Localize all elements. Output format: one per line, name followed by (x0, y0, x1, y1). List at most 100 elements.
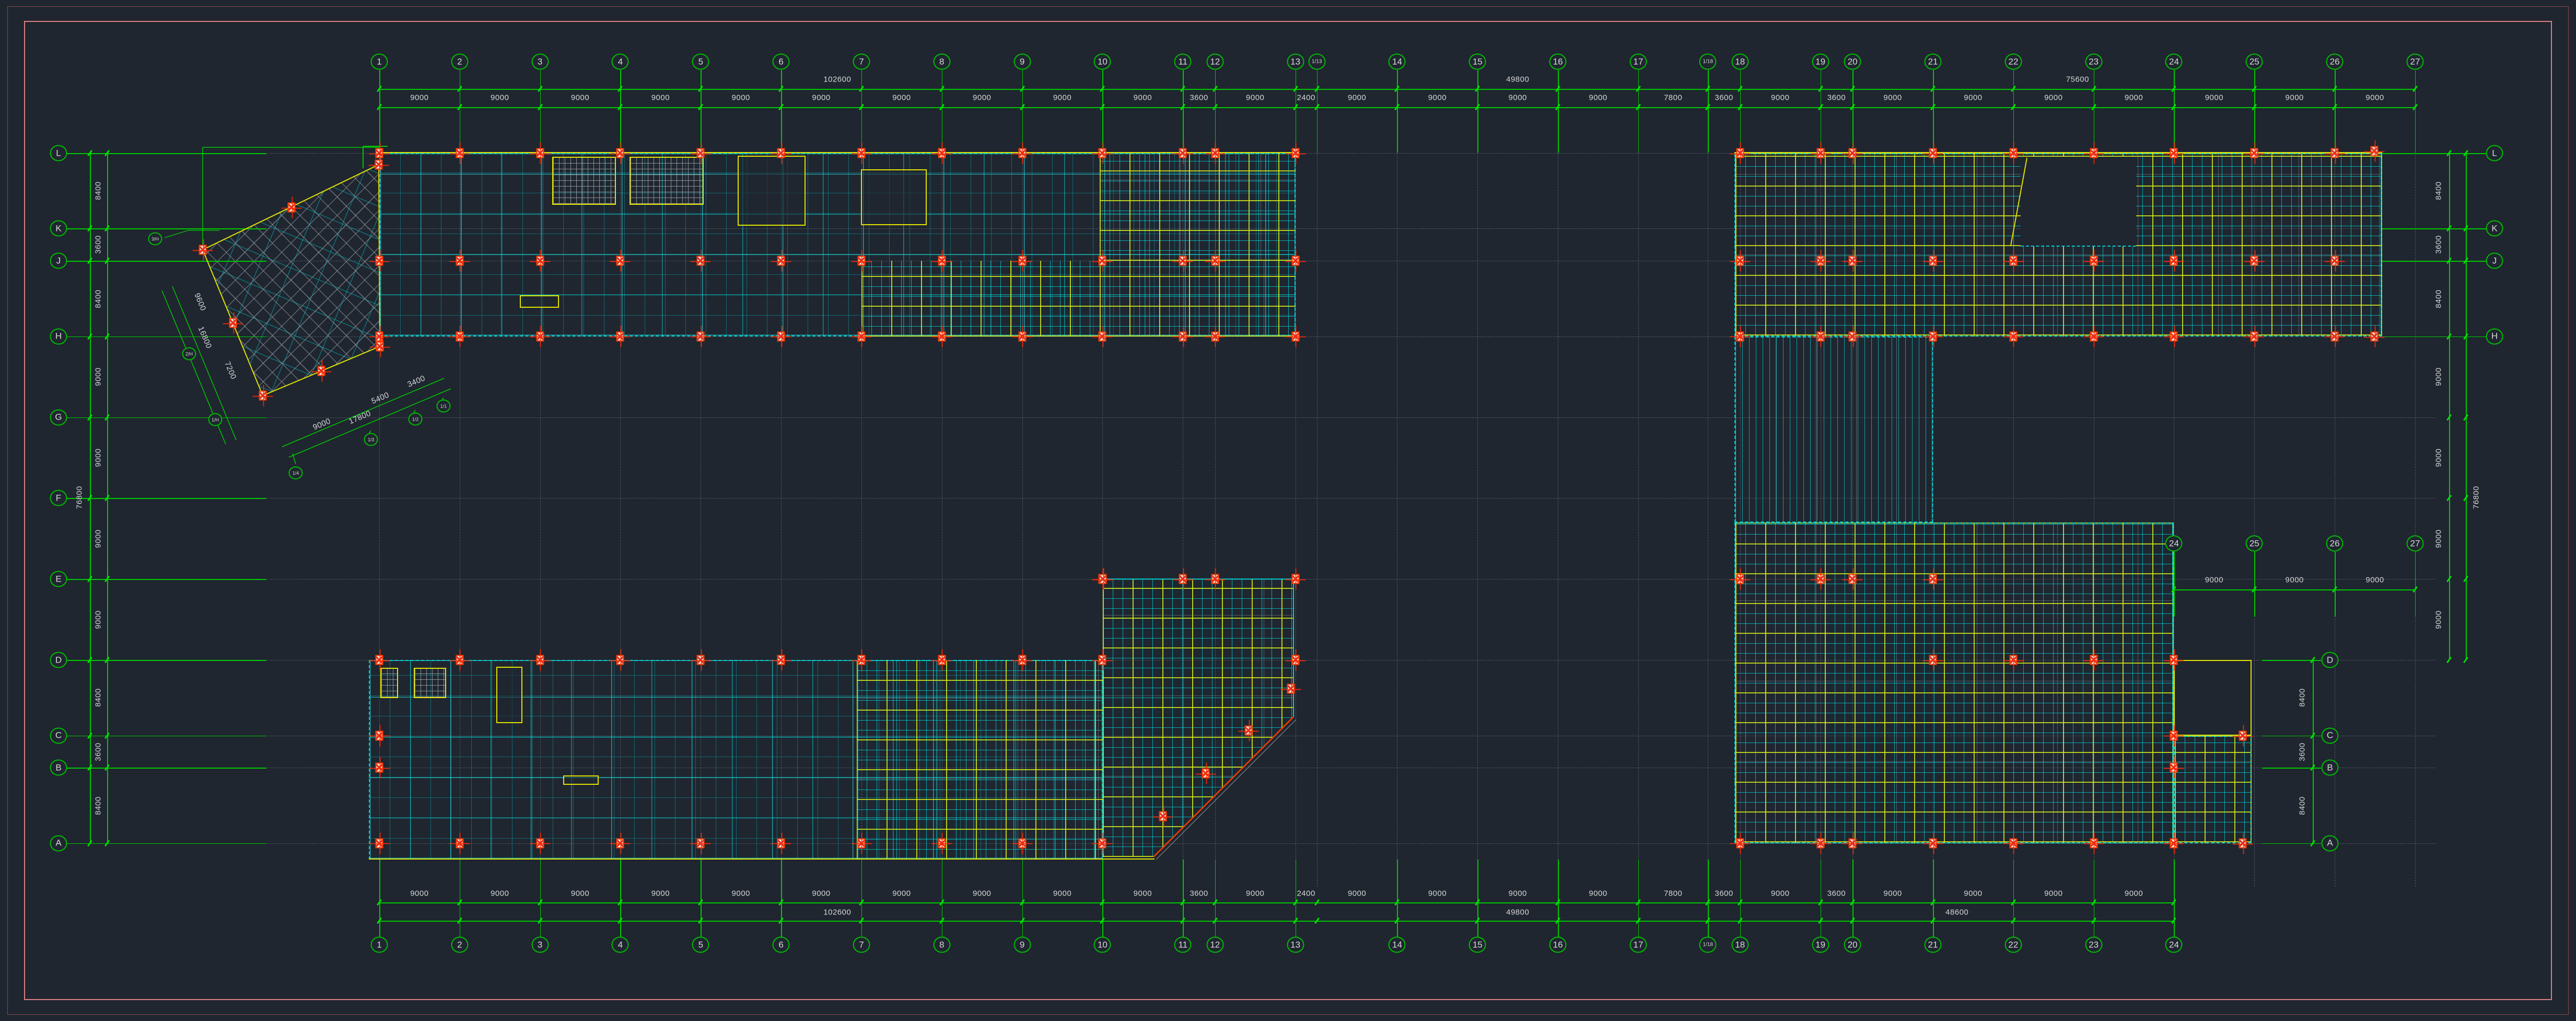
grid-bubble-top: 6 (773, 54, 790, 70)
span-dim-right: 3600 (2434, 236, 2443, 254)
column-marker (2170, 256, 2178, 266)
grid-leader-bottom (1740, 860, 1741, 937)
annex-dim-text: 9000 (311, 416, 332, 432)
grid-leader-top (1821, 70, 1822, 153)
sub-grid-bubble: 3/H (148, 233, 162, 246)
column-marker (938, 655, 946, 665)
row-leader-left (67, 337, 266, 338)
grid-leader-bottom (1933, 860, 1934, 937)
grid-leader-bottom (2013, 860, 2014, 937)
column-marker (857, 331, 865, 341)
column-marker (2331, 256, 2339, 266)
column-marker (2009, 838, 2017, 848)
grid-leader-bottom (2174, 860, 2175, 937)
column-marker (1179, 574, 1187, 584)
column-marker (1929, 838, 1937, 848)
grid-bubble-left: K (50, 221, 67, 237)
column-marker (2331, 148, 2339, 158)
grid-leader-bottom (781, 860, 782, 937)
column-marker (1159, 811, 1167, 821)
grid-leader-mid-right (2335, 552, 2336, 617)
grid-bubble-top: 26 (2326, 54, 2344, 70)
annex-dim-text: 17800 (347, 409, 372, 426)
span-dim-top: 9000 (1134, 94, 1152, 102)
grid-leader-bottom (620, 860, 621, 937)
grid-bubble-top: 22 (2004, 54, 2022, 70)
span-dim-bottom: 9000 (1348, 889, 1366, 898)
building-bottom-right-wing (2174, 736, 2252, 843)
grid-bubble-top: 8 (933, 54, 950, 70)
column-marker (2170, 838, 2178, 848)
dim-tick (2446, 657, 2452, 663)
right-lower-dim-line (2313, 660, 2314, 843)
building-top-left-dense-band (861, 261, 1296, 336)
column-marker (2170, 655, 2178, 665)
span-dim-top: 3600 (1715, 94, 1733, 102)
column-marker (777, 838, 785, 848)
span-dim-top: 9000 (1348, 94, 1366, 102)
grid-bubble-right-lower: A (2322, 835, 2339, 851)
plan-grid-line-vertical (1477, 153, 1478, 887)
column-marker (199, 245, 207, 255)
column-marker (2251, 148, 2258, 158)
column-marker (1211, 331, 1219, 341)
column-marker (1736, 148, 1744, 158)
grid-bubble-top: 1/13 (1308, 54, 1325, 70)
column-marker (2170, 148, 2178, 158)
column-marker (376, 730, 383, 740)
column-marker (697, 256, 705, 266)
grid-leader-bottom (861, 860, 862, 937)
column-marker (777, 256, 785, 266)
column-marker (1099, 574, 1107, 584)
building-bottom-mid-pentagon (1103, 579, 1293, 857)
grid-bubble-bottom: 7 (853, 937, 870, 953)
grid-bubble-bottom: 14 (1389, 937, 1406, 953)
grid-leader-bottom (1477, 860, 1478, 937)
span-dim-right: 8400 (2434, 182, 2443, 200)
total-dim-bottom: 102600 (823, 908, 851, 917)
sub-grid-bubble: 1/3 (364, 433, 378, 446)
column-marker (1849, 574, 1857, 584)
annex-dim-text: 5400 (370, 390, 390, 405)
grid-bubble-top: 1/18 (1699, 54, 1717, 70)
span-dim-bottom: 9000 (571, 889, 589, 898)
grid-bubble-bottom: 1/18 (1699, 937, 1717, 953)
stair-block (520, 295, 559, 308)
column-marker (1179, 331, 1187, 341)
total-dim-top: 102600 (823, 75, 851, 84)
grid-bubble-bottom: 22 (2004, 937, 2022, 953)
column-marker (1245, 726, 1253, 736)
column-marker (376, 256, 383, 266)
span-dim-bottom: 9000 (651, 889, 670, 898)
column-marker (1736, 331, 1744, 341)
span-dim-bottom: 9000 (1509, 889, 1527, 898)
column-marker (1736, 256, 1744, 266)
column-marker (2090, 838, 2097, 848)
span-dim-bottom: 9000 (1134, 889, 1152, 898)
grid-bubble-top: 17 (1629, 54, 1647, 70)
grid-leader-top (1183, 70, 1184, 153)
grid-bubble-bottom: 10 (1094, 937, 1111, 953)
span-dim-bottom: 9000 (892, 889, 911, 898)
grid-bubble-top: 27 (2406, 54, 2423, 70)
column-marker (1287, 684, 1295, 694)
column-marker (1018, 256, 1026, 266)
column-marker (1816, 574, 1824, 584)
column-marker (616, 655, 624, 665)
grid-leader-bottom (1708, 860, 1709, 937)
column-marker (536, 331, 544, 341)
column-marker (2239, 839, 2247, 849)
grid-bubble-left: B (50, 760, 67, 776)
column-marker (2090, 256, 2097, 266)
grid-bubble-bottom: 4 (612, 937, 629, 953)
grid-leader-top (2254, 70, 2255, 153)
grid-leader-top (1638, 70, 1639, 153)
plan-grid-line-horizontal (153, 417, 2435, 418)
grid-leader-top (2013, 70, 2014, 153)
grid-bubble-left: A (50, 835, 67, 851)
span-dim-bottom: 9000 (973, 889, 991, 898)
span-dim-top: 9000 (2205, 94, 2223, 102)
grid-bubble-top: 7 (853, 54, 870, 70)
grid-bubble-left: G (50, 409, 67, 425)
column-marker (616, 331, 624, 341)
